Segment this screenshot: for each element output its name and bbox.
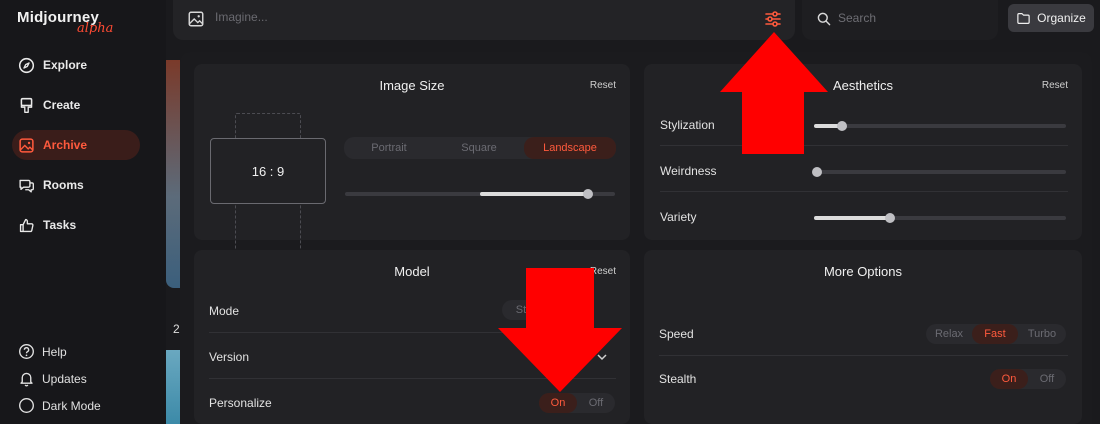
image-icon (19, 137, 34, 153)
sidebar: Midjourney alpha Explore Create Archive … (0, 0, 166, 424)
variety-label: Variety (660, 210, 697, 224)
imagine-bar (173, 0, 795, 40)
variety-slider[interactable] (814, 213, 1066, 223)
dark-mode-toggle[interactable]: Dark Mode (18, 397, 101, 414)
archive-thumbnail[interactable] (166, 350, 180, 424)
stealth-off[interactable]: Off (1028, 369, 1066, 389)
orientation-square[interactable]: Square (434, 137, 524, 159)
orientation-selector: Portrait Square Landscape (344, 137, 616, 159)
speed-label: Speed (659, 327, 694, 341)
speed-selector: Relax Fast Turbo (926, 324, 1066, 344)
more-options-title: More Options (823, 264, 903, 279)
help-link[interactable]: Help (18, 343, 67, 360)
compass-icon (18, 57, 35, 73)
help-label: Help (42, 344, 67, 359)
updates-label: Updates (42, 371, 87, 386)
stealth-on[interactable]: On (990, 369, 1028, 389)
weirdness-slider[interactable] (811, 167, 1066, 177)
sidebar-item-label: Archive (43, 138, 88, 152)
help-icon (19, 344, 34, 359)
orientation-portrait[interactable]: Portrait (344, 137, 434, 159)
slider-knob[interactable] (836, 121, 847, 131)
aesthetics-panel: Aesthetics Reset Stylization Weirdness V… (644, 64, 1082, 240)
dark-mode-label: Dark Mode (42, 398, 101, 413)
folder-icon (1017, 12, 1030, 24)
mode-label: Mode (209, 304, 240, 318)
date-heading-partial: 2 (173, 322, 180, 336)
speed-turbo[interactable]: Turbo (1018, 324, 1066, 344)
row-divider (660, 191, 1068, 192)
settings-sliders-icon[interactable] (763, 9, 783, 29)
annotation-arrow-up (720, 32, 828, 154)
personalize-label: Personalize (209, 396, 272, 410)
search-input[interactable] (838, 11, 988, 25)
aspect-ratio-slider[interactable] (345, 189, 615, 199)
slider-knob[interactable] (884, 213, 895, 223)
sidebar-item-label: Create (43, 98, 81, 112)
sidebar-item-tasks[interactable]: Tasks (12, 210, 140, 240)
more-options-panel: More Options Speed Relax Fast Turbo Stea… (644, 250, 1082, 424)
bell-icon (20, 372, 33, 387)
sidebar-item-explore[interactable]: Explore (12, 50, 140, 80)
image-upload-icon[interactable] (187, 10, 205, 28)
organize-button[interactable]: Organize (1008, 4, 1094, 32)
slider-knob[interactable] (811, 167, 822, 177)
image-size-reset-button[interactable]: Reset (590, 80, 616, 91)
sidebar-item-archive[interactable]: Archive (12, 130, 140, 160)
aesthetics-title: Aesthetics (833, 78, 893, 93)
speed-relax[interactable]: Relax (926, 324, 972, 344)
sidebar-item-label: Rooms (43, 178, 84, 192)
row-divider (659, 355, 1068, 356)
organize-label: Organize (1037, 11, 1086, 25)
stylization-label: Stylization (660, 118, 715, 132)
slider-knob[interactable] (583, 189, 593, 199)
sidebar-item-label: Tasks (43, 218, 77, 232)
sidebar-item-rooms[interactable]: Rooms (12, 170, 140, 200)
slider-fill (480, 192, 588, 196)
stealth-toggle: On Off (990, 369, 1066, 389)
personalize-toggle: On Off (539, 393, 615, 413)
thumbs-up-icon (19, 218, 34, 232)
speed-fast[interactable]: Fast (972, 324, 1018, 344)
stylization-slider[interactable] (814, 121, 1066, 131)
app-window: Midjourney alpha Explore Create Archive … (0, 0, 1100, 424)
weirdness-label: Weirdness (660, 164, 717, 178)
annotation-arrow-down (498, 268, 622, 392)
personalize-on[interactable]: On (539, 393, 577, 413)
image-size-panel: Image Size Reset 16 : 9 Portrait Square … (194, 64, 630, 255)
version-label: Version (209, 350, 250, 364)
search-icon (817, 12, 831, 26)
stealth-label: Stealth (659, 372, 697, 386)
logo[interactable]: Midjourney alpha (17, 9, 113, 36)
archive-thumbnail[interactable] (166, 60, 180, 288)
imagine-input[interactable] (215, 10, 715, 24)
chat-icon (19, 179, 34, 193)
aspect-ratio-preview[interactable]: 16 : 9 (210, 138, 326, 204)
sidebar-item-create[interactable]: Create (12, 90, 140, 120)
logo-alpha: alpha (77, 21, 114, 36)
orientation-landscape[interactable]: Landscape (524, 137, 616, 159)
search-bar (802, 0, 998, 40)
image-size-title: Image Size (379, 78, 445, 93)
settings-panel: Image Size Reset 16 : 9 Portrait Square … (180, 52, 1092, 424)
slider-fill (814, 216, 890, 220)
sidebar-item-label: Explore (43, 58, 88, 72)
updates-link[interactable]: Updates (18, 370, 87, 387)
aesthetics-reset-button[interactable]: Reset (1042, 80, 1068, 91)
personalize-off[interactable]: Off (577, 393, 615, 413)
brush-icon (20, 97, 33, 113)
moon-icon (19, 398, 34, 413)
